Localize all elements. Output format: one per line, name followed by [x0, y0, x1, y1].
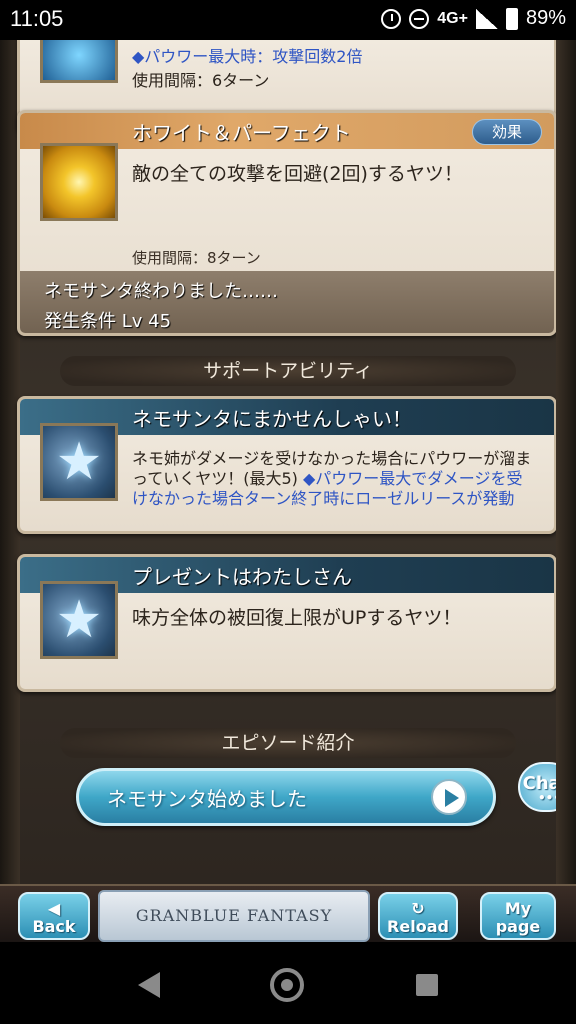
support-ability-title: プレゼントはわたしさん	[132, 565, 352, 589]
previous-skill-icon	[40, 40, 118, 83]
effect-button[interactable]: 効果	[472, 119, 542, 145]
game-bottom-nav: ◀ Back GRANBLUE FANTASY ↻ Reload My page	[0, 884, 576, 942]
condition-text: ネモサンタ終わりました……	[44, 281, 278, 302]
skill-description: 敵の全ての攻撃を回避(2回)するヤツ！	[132, 163, 463, 185]
mypage-button[interactable]: My page	[480, 892, 556, 940]
support-ability-card: プレゼントはわたしさん ★ 味方全体の被回復上限がUPするヤツ！	[17, 554, 557, 692]
skill-card: ホワイト＆パーフェクト 効果 敵の全ての攻撃を回避(2回)するヤツ！ 使用間隔：…	[17, 110, 557, 336]
episode-play-button[interactable]: ネモサンタ始めました	[76, 768, 496, 826]
status-bar: 11:05 4G+ 89%	[0, 0, 576, 40]
game-view: ◆パウワー最大時：攻撃回数2倍 使用間隔：6ターン ホワイト＆パーフェクト 効果…	[0, 40, 576, 884]
skill-sparkle-icon	[40, 143, 118, 221]
episode-heading: エピソード紹介	[60, 728, 516, 758]
reload-button[interactable]: ↻ Reload	[378, 892, 458, 940]
status-time: 11:05	[10, 6, 64, 31]
skill-usage: 使用間隔：8ターン	[132, 249, 261, 267]
network-type: 4G+	[437, 9, 468, 27]
support-ability-title: ネモサンタにまかせんしゃい！	[132, 407, 412, 431]
battery-icon	[505, 7, 518, 30]
battery-percent: 89%	[525, 7, 566, 29]
play-icon[interactable]	[431, 779, 467, 815]
signal-icon	[475, 8, 498, 29]
alarm-icon	[381, 8, 402, 29]
support-ability-heading: サポートアビリティ	[60, 356, 516, 386]
previous-skill-usage: 使用間隔：6ターン	[132, 71, 270, 90]
previous-skill-note: ◆パウワー最大時：攻撃回数2倍	[132, 47, 363, 66]
support-ability-description: 味方全体の被回復上限がUPするヤツ！	[132, 607, 462, 629]
skill-title: ホワイト＆パーフェクト	[132, 121, 351, 145]
reload-icon: ↻	[411, 899, 425, 918]
support-ability-description: ネモ姉がダメージを受けなかった場合にパウワーが溜まっていくヤツ！(最大5) ◆パ…	[132, 449, 532, 508]
chat-dots-icon: •••	[538, 791, 562, 805]
granblue-logo[interactable]: GRANBLUE FANTASY	[98, 890, 370, 942]
star-icon: ★	[40, 423, 118, 501]
system-home-icon[interactable]	[270, 968, 304, 1002]
do-not-disturb-icon	[409, 8, 430, 29]
support-ability-card: ネモサンタにまかせんしゃい！ ★ ネモ姉がダメージを受けなかった場合にパウワーが…	[17, 396, 557, 534]
chat-button[interactable]: Chat •••	[518, 762, 574, 812]
back-arrow-icon: ◀	[47, 899, 61, 918]
skill-condition: ネモサンタ終わりました…… 発生条件 Lv 45	[20, 271, 554, 333]
system-nav-bar	[0, 942, 576, 1024]
condition-level: 発生条件 Lv 45	[44, 311, 172, 332]
star-icon: ★	[40, 581, 118, 659]
system-recents-icon[interactable]	[416, 974, 438, 996]
system-back-icon[interactable]	[138, 972, 160, 998]
episode-title: ネモサンタ始めました	[107, 787, 307, 811]
back-button[interactable]: ◀ Back	[18, 892, 90, 940]
